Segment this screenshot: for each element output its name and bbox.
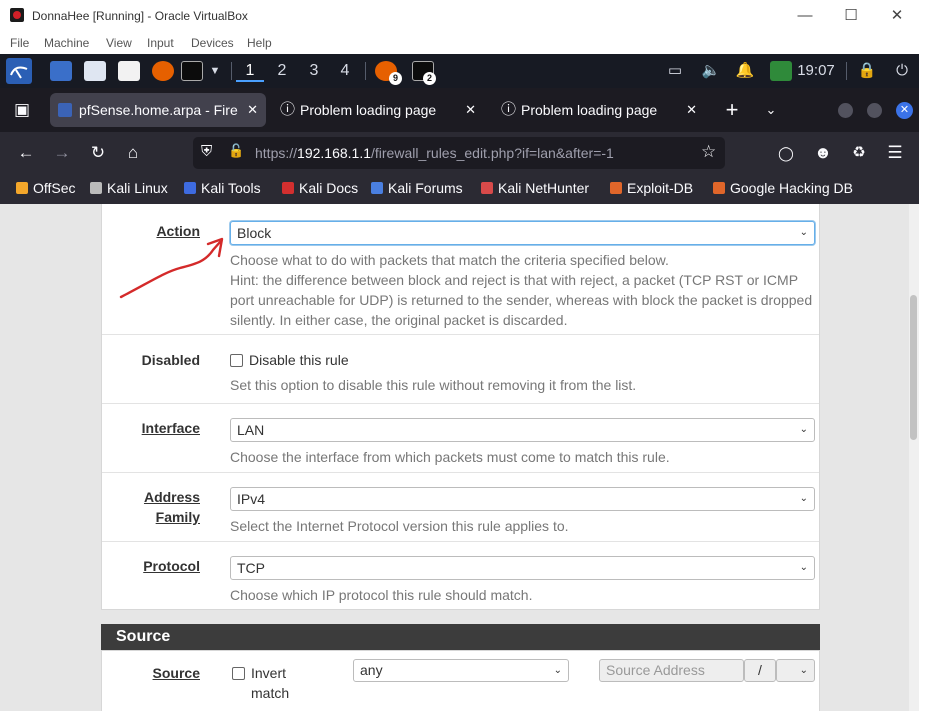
annotation-arrow-icon bbox=[119, 237, 224, 299]
